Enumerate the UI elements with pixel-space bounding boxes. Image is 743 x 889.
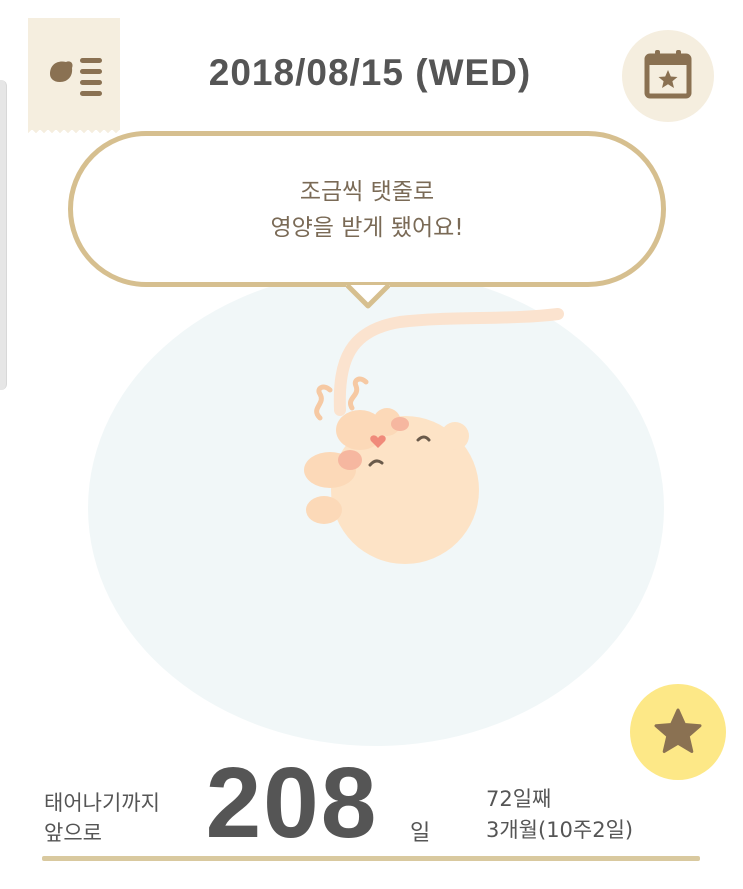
calendar-button[interactable] — [622, 30, 714, 122]
menu-button[interactable] — [28, 18, 120, 136]
day-count: 72일째 — [486, 787, 552, 811]
countdown-label: 태어나기까지 앞으로 — [44, 788, 160, 848]
page-title-date: 2018/08/15 (WED) — [208, 52, 532, 93]
speech-bubble-tail — [346, 285, 390, 309]
pregnancy-progress: 72일째 3개월(10주2일) — [486, 784, 633, 846]
menu-list-icon — [50, 58, 102, 96]
bubble-message-line2: 영양을 받게 됐어요! — [270, 215, 464, 241]
month-week: 3개월(10주2일) — [486, 818, 634, 842]
days-remaining: 208 — [205, 747, 379, 859]
favorite-button[interactable] — [630, 684, 726, 780]
edge-handle — [0, 80, 7, 390]
days-unit: 일 — [410, 821, 431, 846]
divider — [42, 856, 700, 861]
calendar-star-icon — [644, 50, 692, 99]
star-icon — [654, 708, 702, 753]
bubble-message-line1: 조금씩 탯줄로 — [299, 179, 435, 205]
bubble-message: 조금씩 탯줄로 영양을 받게 됐어요! — [73, 174, 661, 246]
fetus-illustration — [304, 308, 564, 564]
countdown-label-line1: 태어나기까지 — [44, 791, 160, 815]
speech-bubble: 조금씩 탯줄로 영양을 받게 됐어요! — [68, 131, 666, 287]
countdown-label-line2: 앞으로 — [44, 821, 102, 845]
